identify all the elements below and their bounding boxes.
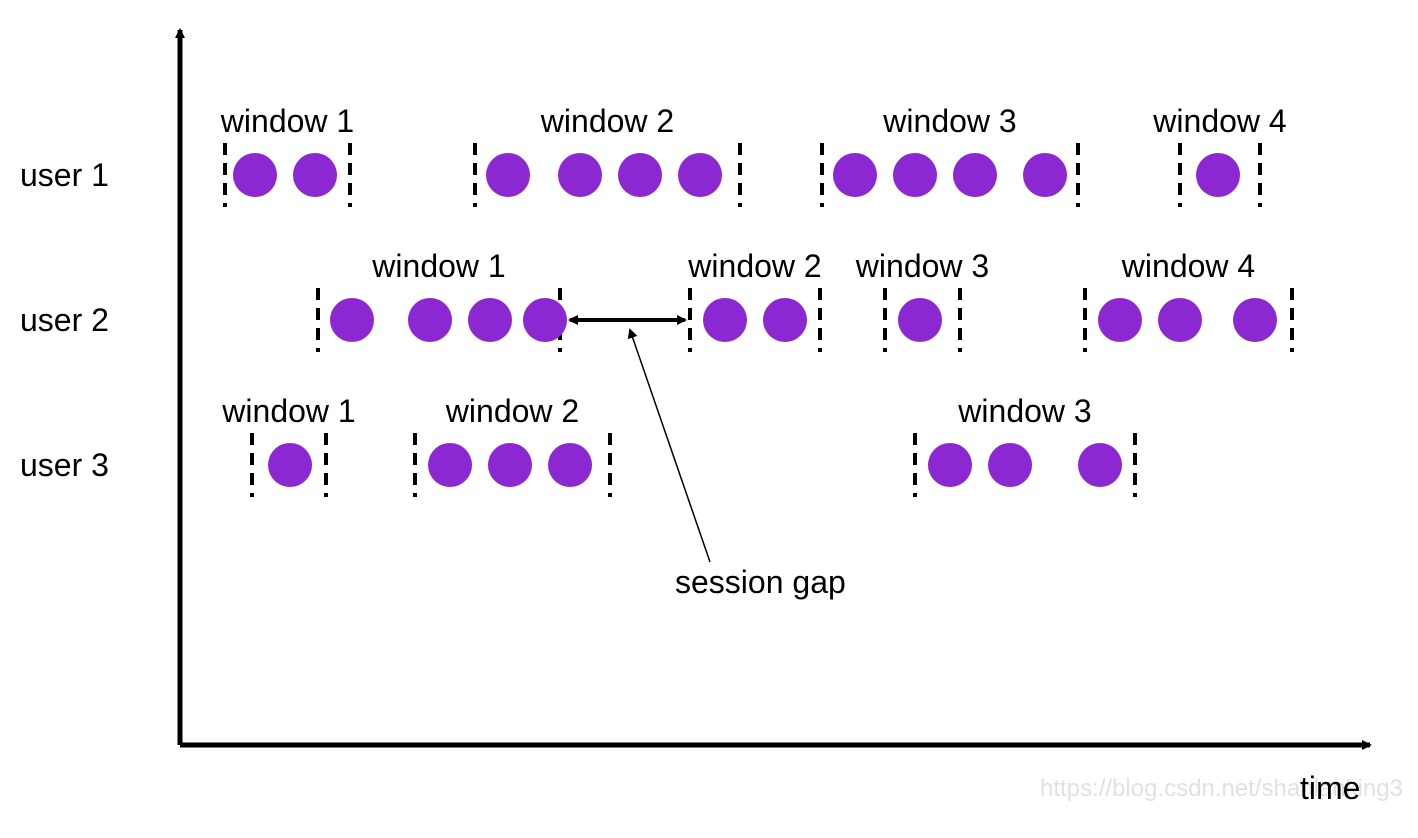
window-label-u3-w3: window 3: [958, 393, 1091, 430]
event-dot: [898, 298, 942, 342]
event-dot: [523, 298, 567, 342]
window-label-u1-w3: window 3: [883, 103, 1016, 140]
event-dot: [953, 153, 997, 197]
window-label-u1-w1: window 1: [221, 103, 354, 140]
event-dot: [330, 298, 374, 342]
event-dot: [233, 153, 277, 197]
window-label-u3-w2: window 2: [446, 393, 579, 430]
event-dot: [408, 298, 452, 342]
window-label-u2-w3: window 3: [856, 248, 989, 285]
event-dot: [1098, 298, 1142, 342]
session-gap-label: session gap: [675, 564, 846, 601]
event-dot: [763, 298, 807, 342]
watermark: https://blog.csdn.net/shanlanking3: [1040, 775, 1403, 803]
event-dot: [486, 153, 530, 197]
event-dot: [1078, 443, 1122, 487]
event-dot: [618, 153, 662, 197]
event-dot: [833, 153, 877, 197]
window-label-u2-w2: window 2: [688, 248, 821, 285]
event-dot: [703, 298, 747, 342]
user-label-2: user 2: [20, 302, 109, 339]
event-dot: [293, 153, 337, 197]
event-dot: [488, 443, 532, 487]
session-gap-pointer: [630, 330, 710, 562]
event-dot: [548, 443, 592, 487]
event-dot: [1233, 298, 1277, 342]
user-label-1: user 1: [20, 157, 109, 194]
window-label-u1-w2: window 2: [541, 103, 674, 140]
event-dot: [893, 153, 937, 197]
event-dot: [678, 153, 722, 197]
event-dot: [428, 443, 472, 487]
diagram-canvas: timeuser 1window 1window 2window 3window…: [0, 0, 1418, 838]
user-label-3: user 3: [20, 447, 109, 484]
event-dot: [268, 443, 312, 487]
window-label-u2-w1: window 1: [372, 248, 505, 285]
event-dot: [1196, 153, 1240, 197]
window-label-u1-w4: window 4: [1153, 103, 1286, 140]
event-dot: [1023, 153, 1067, 197]
event-dot: [988, 443, 1032, 487]
event-dot: [928, 443, 972, 487]
event-dot: [558, 153, 602, 197]
window-label-u2-w4: window 4: [1122, 248, 1255, 285]
window-label-u3-w1: window 1: [222, 393, 355, 430]
event-dot: [468, 298, 512, 342]
event-dot: [1158, 298, 1202, 342]
